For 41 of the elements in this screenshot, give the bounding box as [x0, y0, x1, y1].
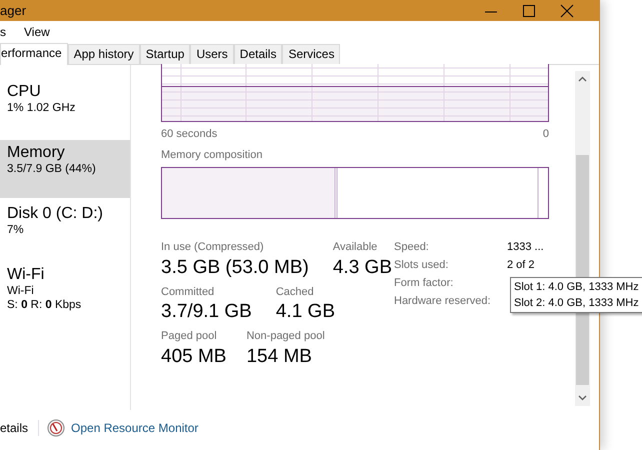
tab[interactable]: App history — [68, 44, 140, 64]
stat-label: Available — [332, 240, 378, 255]
sidebar-item[interactable]: Disk 0 (C: D:) 7% — [0, 201, 130, 259]
hardware-label: Slots used: — [394, 258, 450, 273]
hardware-value: 1333 ... — [507, 240, 544, 255]
stat-value: 4.1 GB — [276, 300, 335, 324]
sidebar-item[interactable]: Wi-Fi Wi-Fi S: 0 R: 0 Kbps — [0, 262, 130, 320]
tab[interactable]: erformance — [0, 43, 68, 65]
stat-value: 4.3 GB — [332, 256, 392, 280]
menu-item[interactable]: s — [0, 23, 6, 41]
axis-label: 60 seconds — [161, 127, 218, 142]
gauge-icon — [47, 419, 66, 437]
axis-label: 0 — [542, 127, 549, 142]
hardware-value: 2 of 2 — [507, 258, 535, 273]
tab[interactable]: Services — [282, 44, 340, 64]
tooltip-line: Slot 1: 4.0 GB, 1333 MHz — [514, 280, 639, 295]
stat-value: 405 MB — [161, 344, 226, 368]
fewer-details-link[interactable]: etails — [0, 419, 28, 437]
stat-label: Non-paged pool — [246, 329, 325, 344]
tab[interactable]: Startup — [140, 44, 190, 64]
hardware-label: Speed: — [394, 240, 430, 255]
window-title: ager — [0, 2, 26, 20]
stat-value: 154 MB — [246, 344, 313, 368]
stat-label: In use (Compressed) — [161, 240, 265, 255]
stat-label: Cached — [276, 284, 315, 300]
stat-value: 3.7/9.1 GB — [161, 300, 252, 324]
hardware-label: Form factor: — [394, 276, 454, 291]
section-title: Memory composition — [161, 148, 264, 162]
menu-item[interactable]: View — [24, 23, 50, 41]
hardware-label: Hardware reserved: — [394, 294, 492, 309]
stat-label: Paged pool — [161, 329, 218, 344]
tooltip-line: Slot 2: 4.0 GB, 1333 MHz — [514, 296, 639, 311]
tab[interactable]: Users — [190, 44, 234, 64]
sidebar-item[interactable]: CPU 1% 1.02 GHz — [0, 79, 130, 137]
stat-label: Committed — [161, 284, 216, 300]
sidebar-item[interactable]: Memory 3.5/7.9 GB (44%) — [0, 140, 130, 198]
tab[interactable]: Details — [234, 44, 282, 64]
close-icon[interactable] — [559, 4, 575, 18]
maximize-icon[interactable] — [521, 4, 537, 18]
open-resource-monitor-link[interactable]: Open Resource Monitor — [71, 419, 198, 437]
stat-value: 3.5 GB (53.0 MB) — [161, 256, 309, 280]
